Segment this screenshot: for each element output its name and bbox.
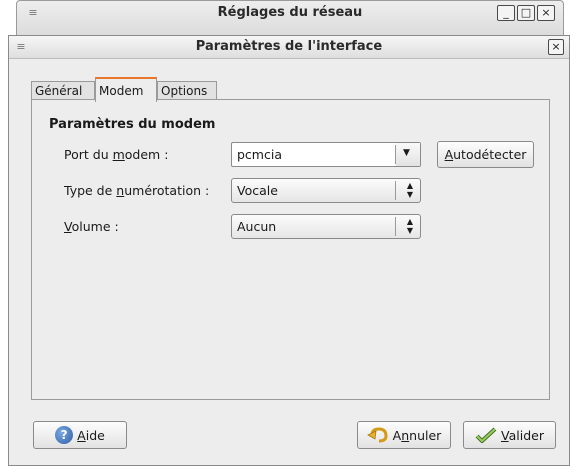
updown-arrows-icon: ▲ ▼ bbox=[406, 181, 413, 199]
help-icon: ? bbox=[55, 426, 74, 444]
chevron-down-icon: ▼ bbox=[403, 148, 410, 158]
volume-select[interactable]: Aucun ▲ ▼ bbox=[231, 214, 421, 239]
validate-button[interactable]: Valider bbox=[463, 421, 556, 449]
help-button[interactable]: ? Aide bbox=[33, 421, 127, 449]
dialog-titlebar: ≡ Paramètres de l'interface × bbox=[9, 36, 569, 59]
tab-options[interactable]: Options bbox=[157, 81, 217, 101]
dial-type-select[interactable]: Vocale ▲ ▼ bbox=[231, 178, 421, 203]
volume-label: Volume : bbox=[64, 219, 119, 234]
undo-icon bbox=[366, 427, 388, 443]
cancel-button[interactable]: Annuler bbox=[357, 421, 451, 449]
modem-port-dropdown-button[interactable]: ▼ bbox=[396, 143, 420, 166]
dialog-close-button[interactable]: × bbox=[548, 39, 564, 55]
checkmark-icon bbox=[475, 427, 497, 443]
modem-port-combo[interactable]: pcmcia ▼ bbox=[231, 142, 421, 167]
port-label: Port du modem : bbox=[64, 147, 169, 162]
dialog-title: Paramètres de l'interface bbox=[195, 39, 383, 54]
close-window-button[interactable]: × bbox=[537, 5, 555, 21]
background-window-title: Réglages du réseau bbox=[217, 5, 363, 20]
maximize-button[interactable]: □ bbox=[517, 5, 535, 21]
volume-value: Aucun bbox=[237, 219, 277, 234]
minimize-button[interactable]: _ bbox=[497, 5, 515, 21]
section-title: Paramètres du modem bbox=[49, 117, 216, 132]
modem-port-value[interactable]: pcmcia bbox=[237, 147, 282, 162]
tab-modem[interactable]: Modem bbox=[95, 77, 157, 102]
background-window: ≡ Réglages du réseau _ □ × bbox=[16, 0, 564, 40]
autodetect-button[interactable]: Autodétecter bbox=[437, 141, 534, 168]
modem-tab-panel: Paramètres du modem Port du modem : pcmc… bbox=[31, 99, 550, 400]
dial-type-value: Vocale bbox=[237, 183, 278, 198]
interface-settings-dialog: ≡ Paramètres de l'interface × Général Mo… bbox=[8, 35, 570, 466]
updown-arrows-icon: ▲ ▼ bbox=[406, 217, 413, 235]
dial-type-label: Type de numérotation : bbox=[64, 183, 210, 198]
tab-general[interactable]: Général bbox=[31, 81, 95, 101]
